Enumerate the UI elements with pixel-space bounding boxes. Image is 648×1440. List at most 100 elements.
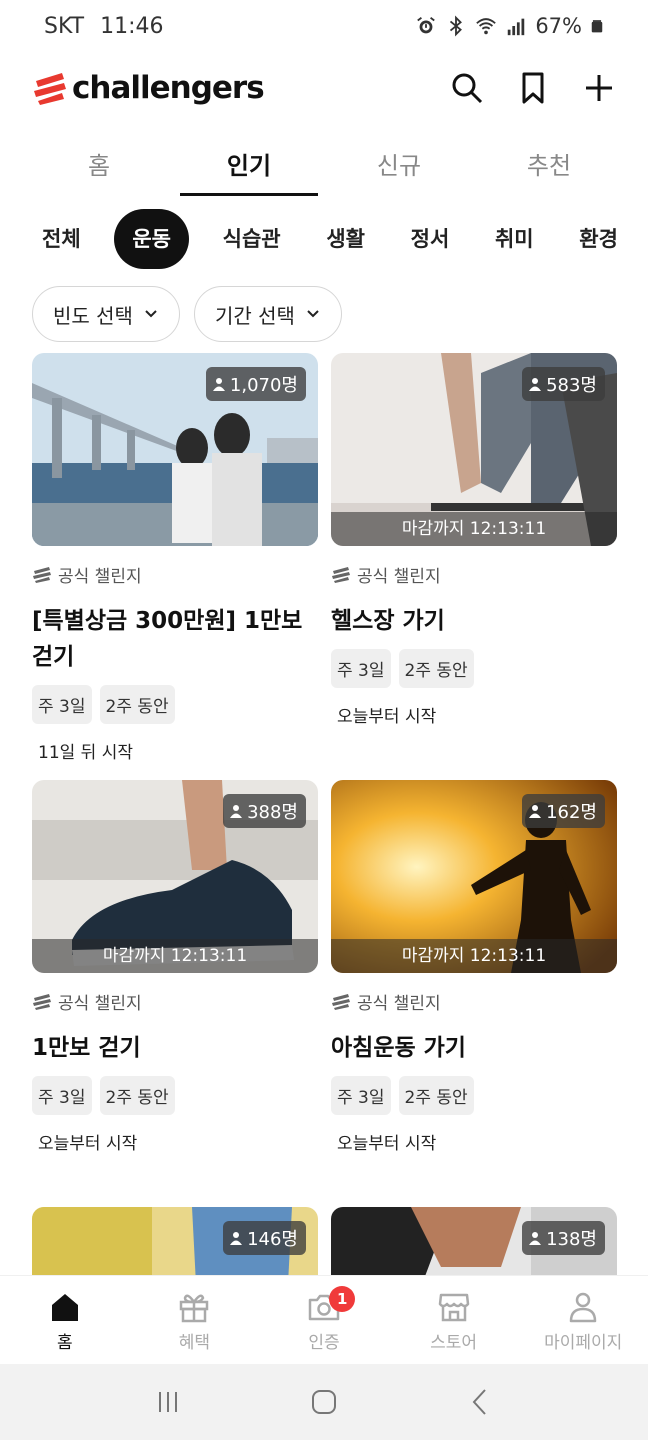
challenge-thumbnail: 1,070명 — [32, 353, 318, 546]
store-icon — [438, 1293, 469, 1322]
category-diet[interactable]: 식습관 — [211, 209, 293, 269]
challenge-card[interactable]: 146명 — [32, 1207, 318, 1276]
duration-tag: 2주 동안 — [99, 1076, 175, 1115]
challenge-title: 헬스장 가기 — [331, 608, 445, 634]
frequency-tag: 주 3일 — [32, 1076, 92, 1115]
bottom-navigation: 홈 혜택 인증 1 스토어 마이페이지 — [0, 1276, 648, 1364]
frequency-tag: 주 3일 — [331, 649, 391, 688]
official-label-text: 공식 챌린지 — [58, 567, 142, 587]
challenge-title: 아침운동 가기 — [331, 1035, 466, 1061]
category-all[interactable]: 전체 — [30, 209, 93, 269]
duration-tag: 2주 동안 — [99, 685, 175, 724]
notification-badge: 1 — [329, 1286, 356, 1312]
logo-mark-icon — [33, 993, 51, 1010]
period-dropdown[interactable]: 기간 선택 — [193, 286, 342, 342]
tab-new[interactable]: 신규 — [324, 130, 474, 196]
participant-count-text: 388명 — [247, 802, 298, 823]
category-emotion[interactable]: 정서 — [399, 209, 462, 269]
challenge-card[interactable]: 388명 마감까지 12:13:11 공식 챌린지 1만보 걷기 주 3일 2주… — [32, 780, 318, 1154]
participant-count-text: 1,070명 — [229, 375, 298, 396]
logo-mark-icon — [332, 993, 350, 1010]
person-icon — [230, 1232, 243, 1245]
alarm-icon — [417, 17, 436, 34]
person-icon — [569, 1292, 597, 1323]
search-icon[interactable] — [450, 71, 484, 105]
frequency-dropdown[interactable]: 빈도 선택 — [32, 286, 180, 342]
person-icon — [230, 805, 243, 818]
nav-mypage[interactable]: 마이페이지 — [518, 1276, 648, 1364]
nav-verify-label: 인증 — [308, 1333, 340, 1353]
bluetooth-icon — [450, 15, 463, 37]
challenge-card[interactable]: 1,070명 공식 챌린지 [특별상금 300만원] 1만보 걷기 주 3일 2… — [32, 353, 318, 763]
category-environment[interactable]: 환경 — [567, 209, 630, 269]
nav-benefits[interactable]: 혜택 — [130, 1276, 260, 1364]
challenge-thumbnail: 388명 마감까지 12:13:11 — [32, 780, 318, 973]
status-bar: SKT 11:46 67% — [0, 0, 648, 52]
official-label: 공식 챌린지 — [32, 989, 318, 1014]
official-label-text: 공식 챌린지 — [357, 994, 441, 1014]
tab-home[interactable]: 홈 — [24, 130, 174, 196]
frequency-dropdown-label: 빈도 선택 — [53, 303, 133, 328]
official-label-text: 공식 챌린지 — [357, 567, 441, 587]
nav-home-label: 홈 — [56, 1333, 73, 1353]
challenge-card[interactable]: 162명 마감까지 12:13:11 공식 챌린지 아침운동 가기 주 3일 2… — [331, 780, 617, 1154]
participant-count-text: 146명 — [247, 1229, 298, 1250]
deadline-banner: 마감까지 12:13:11 — [32, 939, 318, 973]
category-life[interactable]: 생활 — [314, 209, 377, 269]
tab-recommended[interactable]: 추천 — [474, 130, 624, 196]
battery-percent: 67% — [535, 14, 582, 38]
person-icon — [529, 378, 542, 391]
participant-count: 583명 — [522, 367, 605, 401]
challenge-tags: 주 3일 2주 동안 — [32, 685, 318, 724]
category-chips: 전체 운동 식습관 생활 정서 취미 환경 — [30, 208, 630, 270]
challenge-thumbnail: 146명 — [32, 1207, 318, 1276]
app-header: challengers — [0, 58, 648, 118]
category-hobby[interactable]: 취미 — [483, 209, 546, 269]
challenge-tags: 주 3일 2주 동안 — [32, 1076, 318, 1115]
official-label: 공식 챌린지 — [331, 562, 617, 587]
nav-verify[interactable]: 인증 1 — [259, 1276, 389, 1364]
status-icons: 67% — [415, 14, 604, 38]
challenge-thumbnail: 162명 마감까지 12:13:11 — [331, 780, 617, 973]
frequency-tag: 주 3일 — [331, 1076, 391, 1115]
main-tabs: 홈 인기 신규 추천 — [24, 130, 624, 196]
nav-benefits-label: 혜택 — [178, 1333, 211, 1353]
challengers-logo[interactable]: challengers — [32, 70, 265, 106]
bookmark-icon[interactable] — [516, 71, 550, 105]
participant-count: 138명 — [522, 1221, 605, 1255]
filter-bar: 빈도 선택 기간 선택 — [32, 286, 342, 342]
participant-count: 388명 — [223, 794, 306, 828]
person-icon — [529, 1232, 542, 1245]
logo-mark-icon — [332, 566, 350, 583]
nav-mypage-label: 마이페이지 — [544, 1333, 623, 1353]
system-navigation-bar — [0, 1364, 648, 1440]
carrier-label: SKT — [44, 13, 85, 39]
start-info: 오늘부터 시작 — [337, 1134, 437, 1154]
official-label: 공식 챌린지 — [331, 989, 617, 1014]
category-exercise[interactable]: 운동 — [114, 209, 189, 269]
challenge-thumbnail: 583명 마감까지 12:13:11 — [331, 353, 617, 546]
challenge-card[interactable]: 583명 마감까지 12:13:11 공식 챌린지 헬스장 가기 주 3일 2주… — [331, 353, 617, 727]
person-icon — [212, 378, 225, 391]
plus-icon[interactable] — [582, 71, 616, 105]
home-button-icon[interactable] — [309, 1387, 339, 1417]
challenge-title: 1만보 걷기 — [32, 1035, 141, 1061]
back-icon[interactable] — [465, 1387, 495, 1417]
recent-apps-icon[interactable] — [153, 1387, 183, 1417]
participant-count: 146명 — [223, 1221, 306, 1255]
brand-name: challengers — [72, 70, 265, 106]
tab-popular[interactable]: 인기 — [174, 130, 324, 196]
nav-home[interactable]: 홈 — [0, 1276, 130, 1364]
participant-count-text: 583명 — [546, 375, 597, 396]
person-icon — [529, 805, 542, 818]
start-info: 오늘부터 시작 — [38, 1134, 138, 1154]
chevron-down-icon — [307, 310, 319, 318]
wifi-icon — [476, 18, 497, 35]
challenge-card[interactable]: 138명 — [331, 1207, 617, 1276]
deadline-banner: 마감까지 12:13:11 — [331, 512, 617, 546]
challenge-title: [특별상금 300만원] 1만보 걷기 — [32, 608, 303, 670]
participant-count-text: 138명 — [546, 1229, 597, 1250]
nav-store[interactable]: 스토어 — [389, 1276, 519, 1364]
frequency-tag: 주 3일 — [32, 685, 92, 724]
signal-icon — [508, 18, 525, 36]
